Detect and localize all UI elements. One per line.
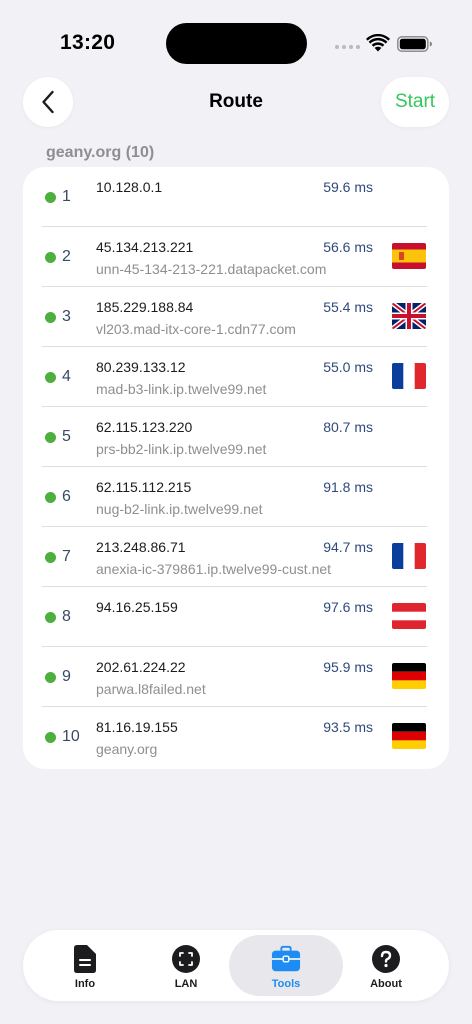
question-icon — [372, 945, 400, 973]
hop-number: 3 — [62, 308, 71, 325]
hop-number: 10 — [62, 728, 80, 745]
route-hop-row[interactable]: 7 213.248.86.71 anexia-ic-379861.ip.twelve… — [23, 527, 449, 587]
status-dot-icon — [45, 372, 56, 383]
tab-label: LAN — [174, 978, 198, 990]
route-hop-row[interactable]: 5 62.115.123.220 prs-bb2-link.ip.twelve99.… — [23, 407, 449, 467]
hop-ip: 10.128.0.1 — [96, 179, 163, 195]
status-dot-icon — [45, 552, 56, 563]
hop-number: 1 — [62, 188, 71, 205]
germany-flag — [392, 723, 426, 749]
austria-flag — [392, 603, 426, 629]
route-hop-row[interactable]: 3 185.229.188.84 vl203.mad-itx-core-1.cdn7… — [23, 287, 449, 347]
hop-latency: 80.7 ms — [323, 419, 373, 435]
route-hop-row[interactable]: 6 62.115.112.215 nug-b2-link.ip.twelve99.n… — [23, 467, 449, 527]
hop-ip: 202.61.224.22 — [96, 659, 186, 675]
route-hop-row[interactable]: 4 80.239.133.12 mad-b3-link.ip.twelve99.ne… — [23, 347, 449, 407]
hop-latency: 55.0 ms — [323, 359, 373, 375]
status-dot-icon — [45, 192, 56, 203]
status-time: 13:20 — [60, 31, 116, 54]
hop-hostname: prs-bb2-link.ip.twelve99.net — [96, 441, 267, 457]
hop-hostname: geany.org — [96, 741, 158, 757]
route-list: 1 10.128.0.1 59.6 ms 2 45.134.213.221 unn-45-… — [23, 167, 449, 769]
wifi-icon — [366, 34, 390, 52]
hop-latency: 59.6 ms — [323, 179, 373, 195]
uk-flag — [392, 303, 426, 329]
tab-tools[interactable]: Tools — [229, 935, 343, 996]
hop-latency: 56.6 ms — [323, 239, 373, 255]
hop-hostname: unn-45-134-213-221.datapacket.com — [96, 261, 327, 277]
spain-flag — [392, 243, 426, 269]
hop-ip: 81.16.19.155 — [96, 719, 178, 735]
hop-number: 7 — [62, 548, 71, 565]
status-dot-icon — [45, 732, 56, 743]
hop-ip: 62.115.123.220 — [96, 419, 193, 435]
hop-ip: 45.134.213.221 — [96, 239, 194, 255]
toolbox-icon — [271, 945, 301, 972]
hop-hostname: nug-b2-link.ip.twelve99.net — [96, 501, 263, 517]
battery-icon — [397, 36, 432, 52]
section-header: geany.org (10) — [46, 144, 155, 161]
hop-ip: 62.115.112.215 — [96, 479, 192, 495]
lan-icon — [172, 945, 200, 973]
hop-latency: 91.8 ms — [323, 479, 373, 495]
hop-latency: 94.7 ms — [323, 539, 373, 555]
status-dot-icon — [45, 252, 56, 263]
tab-label: Info — [74, 978, 96, 990]
tab-label: About — [370, 978, 402, 990]
tab-label: Tools — [271, 978, 301, 990]
hop-number: 9 — [62, 668, 71, 685]
hop-number: 8 — [62, 608, 71, 625]
status-bar: 13:20 — [0, 0, 472, 80]
tab-info[interactable]: Info — [28, 935, 142, 996]
route-hop-row[interactable]: 2 45.134.213.221 unn-45-134-213-221.datapa… — [23, 227, 449, 287]
hop-number: 4 — [62, 368, 71, 385]
route-hop-row[interactable]: 1 10.128.0.1 59.6 ms — [23, 167, 449, 227]
status-dot-icon — [45, 432, 56, 443]
tab-lan[interactable]: LAN — [129, 935, 243, 996]
route-hop-row[interactable]: 10 81.16.19.155 geany.org 93.5 ms — [23, 707, 449, 767]
tab-bar: Info LAN Tools About — [23, 930, 449, 1001]
status-dot-icon — [45, 612, 56, 623]
status-dot-icon — [45, 492, 56, 503]
tab-about[interactable]: About — [329, 935, 443, 996]
germany-flag — [392, 663, 426, 689]
hop-number: 2 — [62, 248, 71, 265]
hop-hostname: anexia-ic-379861.ip.twelve99-cust.net — [96, 561, 332, 577]
document-icon — [74, 945, 96, 973]
hop-ip: 213.248.86.71 — [96, 539, 186, 555]
hop-ip: 94.16.25.159 — [96, 599, 178, 615]
hop-hostname: vl203.mad-itx-core-1.cdn77.com — [96, 321, 296, 337]
hop-hostname: mad-b3-link.ip.twelve99.net — [96, 381, 267, 397]
hop-number: 6 — [62, 488, 71, 505]
route-hop-row[interactable]: 9 202.61.224.22 parwa.l8failed.net 95.9 ms — [23, 647, 449, 707]
hop-ip: 80.239.133.12 — [96, 359, 186, 375]
hop-latency: 93.5 ms — [323, 719, 373, 735]
france-flag — [392, 543, 426, 569]
hop-latency: 55.4 ms — [323, 299, 373, 315]
status-dot-icon — [45, 312, 56, 323]
dynamic-island — [166, 23, 307, 64]
start-button[interactable]: Start — [381, 77, 449, 127]
hop-ip: 185.229.188.84 — [96, 299, 194, 315]
hop-latency: 97.6 ms — [323, 599, 373, 615]
france-flag — [392, 363, 426, 389]
route-hop-row[interactable]: 8 94.16.25.159 97.6 ms — [23, 587, 449, 647]
hop-number: 5 — [62, 428, 71, 445]
hop-latency: 95.9 ms — [323, 659, 373, 675]
hop-hostname: parwa.l8failed.net — [96, 681, 206, 697]
cellular-signal-icon — [335, 45, 360, 49]
status-dot-icon — [45, 672, 56, 683]
